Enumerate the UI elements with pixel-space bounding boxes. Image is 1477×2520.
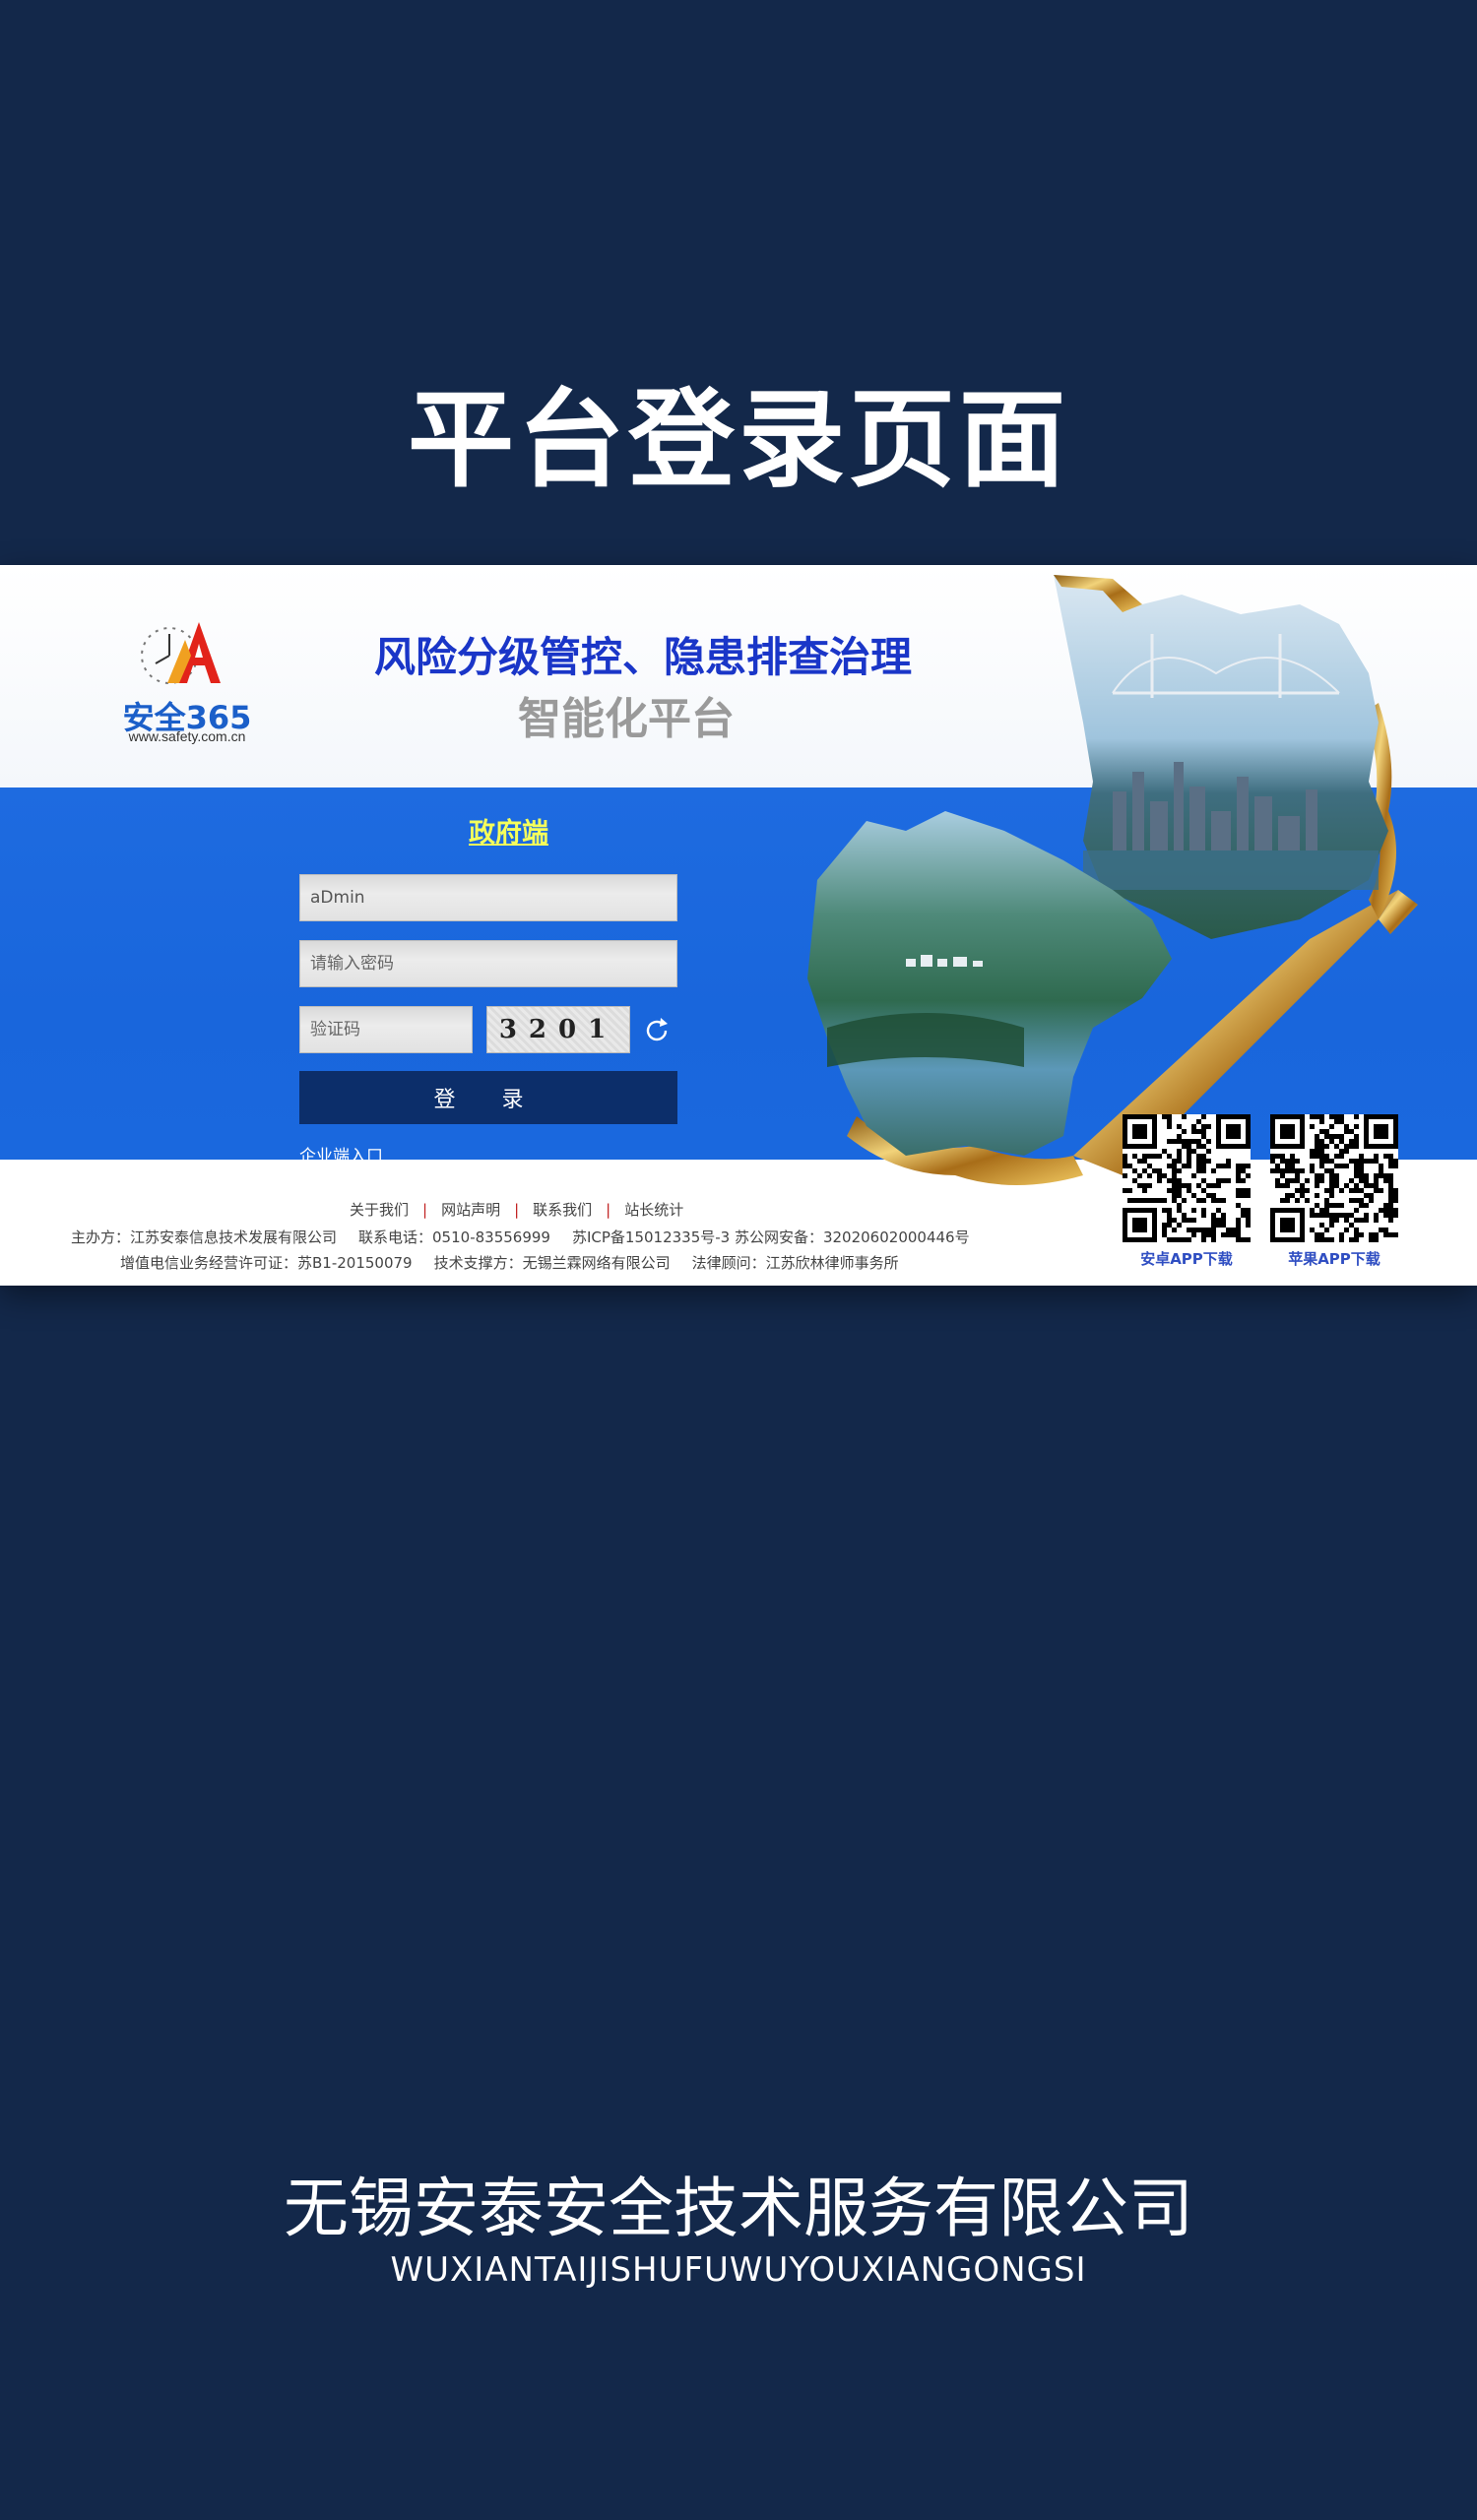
username-input[interactable] xyxy=(299,874,677,921)
headline-secondary: 智能化平台 xyxy=(518,694,735,744)
login-page-screenshot: 安全365 www.safety.com.cn 风险分级管控、隐患排查治理 智能… xyxy=(0,565,1477,1286)
footer-info-line-1: 主办方：江苏安泰信息技术发展有限公司 联系电话：0510-83556999 苏ICP… xyxy=(71,1227,992,1247)
footer-link-contact[interactable]: 联系我们 xyxy=(533,1201,592,1219)
password-input[interactable] xyxy=(299,940,677,987)
footer-links: 关于我们 | 网站声明 | 联系我们 | 站长统计 xyxy=(350,1201,684,1219)
captcha-input[interactable] xyxy=(299,1006,473,1053)
site-logo[interactable]: 安全365 www.safety.com.cn xyxy=(108,614,266,744)
footer-phone: 联系电话：0510-83556999 xyxy=(358,1228,550,1246)
footer-icp: 苏ICP备15012335号-3 苏公网安备：32020602000446号 xyxy=(571,1228,970,1246)
login-button[interactable]: 登 录 xyxy=(299,1071,677,1124)
portal-title[interactable]: 政府端 xyxy=(469,811,548,850)
enterprise-portal-link[interactable]: 企业端入口 xyxy=(299,1142,383,1166)
refresh-icon[interactable] xyxy=(642,1016,672,1045)
android-qr-code[interactable] xyxy=(1123,1114,1251,1242)
page-title: 平台登录页面 xyxy=(407,379,1069,502)
footer-support: 技术支撑方：无锡兰霖网络有限公司 xyxy=(433,1254,671,1272)
ios-download-label[interactable]: 苹果APP下载 xyxy=(1265,1248,1403,1269)
clock-a-logo-icon xyxy=(141,622,221,684)
jiangsu-map-illustration xyxy=(807,575,1418,1185)
footer-legal: 法律顾问：江苏欣林律师事务所 xyxy=(691,1254,899,1272)
logo-url: www.safety.com.cn xyxy=(128,728,246,744)
captcha-image[interactable]: 3201 xyxy=(486,1006,630,1053)
footer-link-stats[interactable]: 站长统计 xyxy=(624,1201,683,1219)
footer-link-statement[interactable]: 网站声明 xyxy=(441,1201,500,1219)
company-pinyin: WUXIANTAIJISHUFUWUYOUXIANGONGSI xyxy=(390,2250,1087,2290)
footer-license: 增值电信业务经营许可证：苏B1-20150079 xyxy=(120,1254,413,1272)
android-download-label[interactable]: 安卓APP下载 xyxy=(1118,1248,1255,1269)
company-name: 无锡安泰安全技术服务有限公司 xyxy=(284,2171,1193,2246)
footer-info-line-2: 增值电信业务经营许可证：苏B1-20150079 技术支撑方：无锡兰霖网络有限公司… xyxy=(120,1252,921,1273)
ios-qr-code[interactable] xyxy=(1270,1114,1398,1242)
footer-link-about[interactable]: 关于我们 xyxy=(350,1201,409,1219)
footer-host: 主办方：江苏安泰信息技术发展有限公司 xyxy=(71,1228,338,1246)
